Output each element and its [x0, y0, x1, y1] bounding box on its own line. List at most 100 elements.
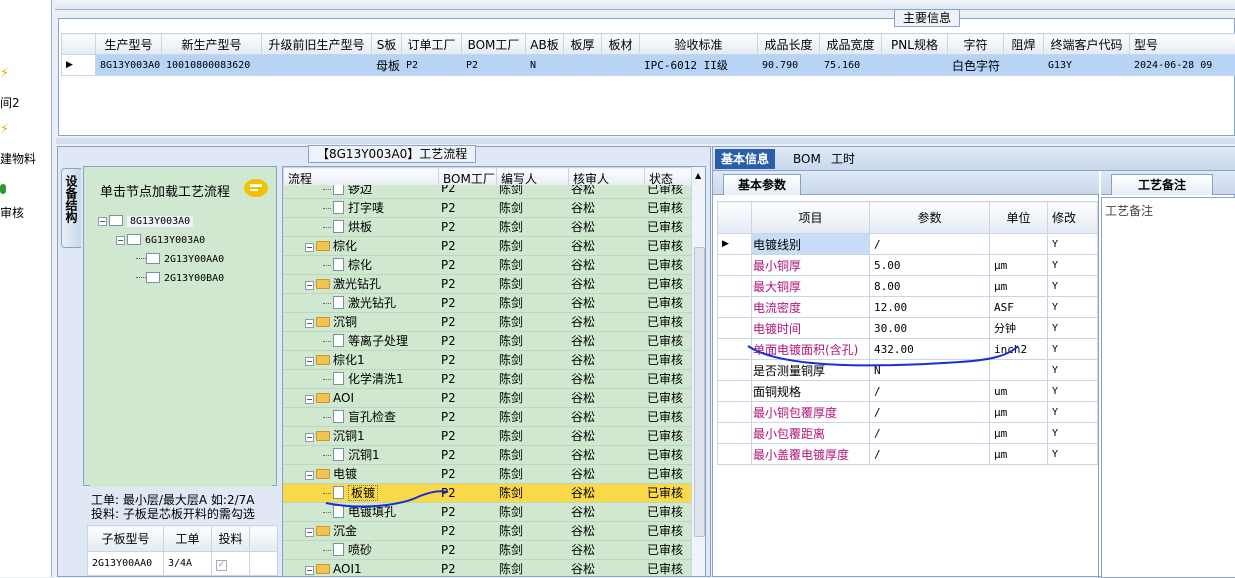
- nav-item-review[interactable]: 审核: [0, 178, 52, 222]
- table-row[interactable]: 2G13Y00AA0 3/4A ✓: [88, 552, 278, 576]
- column-header[interactable]: 单位: [990, 202, 1048, 234]
- table-cell[interactable]: N: [526, 55, 564, 76]
- param-item[interactable]: 最小盖覆电镀厚度: [752, 444, 870, 465]
- param-unit[interactable]: ASF: [990, 297, 1048, 318]
- param-modify[interactable]: Y: [1048, 360, 1098, 381]
- table-row[interactable]: ▶ 8G13Y003A0 10010800083620 母板 P2 P2 N I…: [62, 55, 1235, 76]
- column-header[interactable]: AB板: [526, 34, 564, 55]
- flow-step[interactable]: 锣边: [283, 185, 438, 198]
- column-header[interactable]: 工单: [164, 526, 212, 552]
- column-header[interactable]: 验收标准: [640, 34, 758, 55]
- collapse-icon[interactable]: −: [305, 357, 314, 366]
- table-cell[interactable]: [1004, 55, 1044, 76]
- param-modify[interactable]: Y: [1048, 297, 1098, 318]
- param-unit[interactable]: μm: [990, 276, 1048, 297]
- param-value[interactable]: /: [870, 381, 990, 402]
- tree-node[interactable]: −8G13Y003A0: [98, 213, 193, 227]
- tab-device-structure[interactable]: 设备结构: [61, 168, 81, 248]
- param-value[interactable]: /: [870, 423, 990, 444]
- tree-node[interactable]: 2G13Y00AA0: [136, 251, 224, 265]
- flow-step[interactable]: −AOI1: [283, 559, 438, 577]
- param-value[interactable]: 12.00: [870, 297, 990, 318]
- flow-row[interactable]: 打字唛P2陈剑谷松已审核: [283, 198, 691, 217]
- param-modify[interactable]: Y: [1048, 423, 1098, 444]
- flow-step[interactable]: 激光钻孔: [283, 293, 438, 312]
- tab-bom[interactable]: BOM: [787, 149, 827, 169]
- collapse-icon[interactable]: −: [98, 217, 107, 226]
- param-modify[interactable]: Y: [1048, 234, 1098, 255]
- collapse-icon[interactable]: −: [305, 433, 314, 442]
- collapse-icon[interactable]: −: [305, 281, 314, 290]
- param-unit[interactable]: 分钟: [990, 318, 1048, 339]
- param-value[interactable]: 8.00: [870, 276, 990, 297]
- param-row[interactable]: 面铜规格/umY: [718, 381, 1098, 402]
- nav-item-room2[interactable]: ⚡ 间2: [0, 64, 52, 114]
- scroll-up-icon[interactable]: ▲: [695, 171, 701, 180]
- flow-step[interactable]: 电镀填孔: [283, 502, 438, 521]
- param-value[interactable]: /: [870, 444, 990, 465]
- column-header[interactable]: PNL规格: [882, 34, 948, 55]
- param-row[interactable]: 是否测量铜厚NY: [718, 360, 1098, 381]
- flow-step[interactable]: −电镀: [283, 464, 438, 483]
- param-unit[interactable]: μm: [990, 444, 1048, 465]
- flow-row[interactable]: 烘板P2陈剑谷松已审核: [283, 217, 691, 236]
- column-header[interactable]: 阻焊: [1004, 34, 1044, 55]
- param-modify[interactable]: Y: [1048, 402, 1098, 423]
- param-modify[interactable]: Y: [1048, 255, 1098, 276]
- collapse-icon[interactable]: −: [116, 236, 125, 245]
- param-row[interactable]: 最大铜厚8.00μmY: [718, 276, 1098, 297]
- column-header[interactable]: 投料: [212, 526, 250, 552]
- tab-basic-params[interactable]: 基本参数: [723, 174, 801, 195]
- param-unit[interactable]: um: [990, 381, 1048, 402]
- flow-row[interactable]: 板镀P2陈剑谷松已审核: [283, 483, 691, 502]
- column-header[interactable]: 板材: [602, 34, 640, 55]
- column-header[interactable]: 型号: [1130, 34, 1235, 55]
- table-cell[interactable]: 10010800083620: [162, 55, 262, 76]
- collapse-icon[interactable]: −: [305, 319, 314, 328]
- flow-step[interactable]: 化学清洗1: [283, 369, 438, 388]
- param-row[interactable]: 最小铜包覆厚度/μmY: [718, 402, 1098, 423]
- tab-basic-info[interactable]: 基本信息: [715, 149, 775, 169]
- param-modify[interactable]: Y: [1048, 444, 1098, 465]
- flow-step[interactable]: −棕化: [283, 236, 438, 255]
- flow-row[interactable]: 电镀填孔P2陈剑谷松已审核: [283, 502, 691, 521]
- flow-step[interactable]: −AOI: [283, 388, 438, 407]
- flow-row[interactable]: −沉铜1P2陈剑谷松已审核: [283, 426, 691, 445]
- param-unit[interactable]: μm: [990, 402, 1048, 423]
- flow-step[interactable]: −激光钻孔: [283, 274, 438, 293]
- column-header[interactable]: 板厚: [564, 34, 602, 55]
- flow-step[interactable]: 盲孔检查: [283, 407, 438, 426]
- param-item[interactable]: 最大铜厚: [752, 276, 870, 297]
- flow-step[interactable]: 打字唛: [283, 198, 438, 217]
- param-item[interactable]: 电流密度: [752, 297, 870, 318]
- flow-row[interactable]: 盲孔检查P2陈剑谷松已审核: [283, 407, 691, 426]
- column-header[interactable]: 子板型号: [88, 526, 164, 552]
- flow-row[interactable]: −沉金P2陈剑谷松已审核: [283, 521, 691, 540]
- tree-node[interactable]: −6G13Y003A0: [116, 232, 205, 246]
- param-unit[interactable]: [990, 360, 1048, 381]
- flow-row[interactable]: −棕化1P2陈剑谷松已审核: [283, 350, 691, 369]
- nav-item-create-material[interactable]: ⚡ 建物料: [0, 120, 52, 170]
- flow-scrollbar[interactable]: ▲: [691, 167, 706, 577]
- param-unit[interactable]: inch2: [990, 339, 1048, 360]
- column-header[interactable]: 成品长度: [758, 34, 820, 55]
- column-header[interactable]: 项目: [752, 202, 870, 234]
- column-header[interactable]: 修改: [1048, 202, 1098, 234]
- param-item[interactable]: 单面电镀面积(含孔): [752, 339, 870, 360]
- param-value[interactable]: 30.00: [870, 318, 990, 339]
- collapse-icon[interactable]: −: [305, 566, 314, 575]
- craft-notes-textarea[interactable]: 工艺备注: [1101, 197, 1235, 578]
- tree-node[interactable]: 2G13Y00BA0: [136, 270, 224, 284]
- flow-row[interactable]: 等离子处理P2陈剑谷松已审核: [283, 331, 691, 350]
- feed-checkbox[interactable]: ✓: [212, 552, 250, 576]
- flow-row[interactable]: −沉铜P2陈剑谷松已审核: [283, 312, 691, 331]
- flow-step[interactable]: −棕化1: [283, 350, 438, 369]
- flow-row[interactable]: −电镀P2陈剑谷松已审核: [283, 464, 691, 483]
- flow-step[interactable]: 棕化: [283, 255, 438, 274]
- table-cell[interactable]: 白色字符: [948, 55, 1004, 76]
- flow-row[interactable]: −AOIP2陈剑谷松已审核: [283, 388, 691, 407]
- flow-row[interactable]: −激光钻孔P2陈剑谷松已审核: [283, 274, 691, 293]
- collapse-icon[interactable]: −: [305, 395, 314, 404]
- column-header[interactable]: 订单工厂: [402, 34, 462, 55]
- param-row[interactable]: 电流密度12.00ASFY: [718, 297, 1098, 318]
